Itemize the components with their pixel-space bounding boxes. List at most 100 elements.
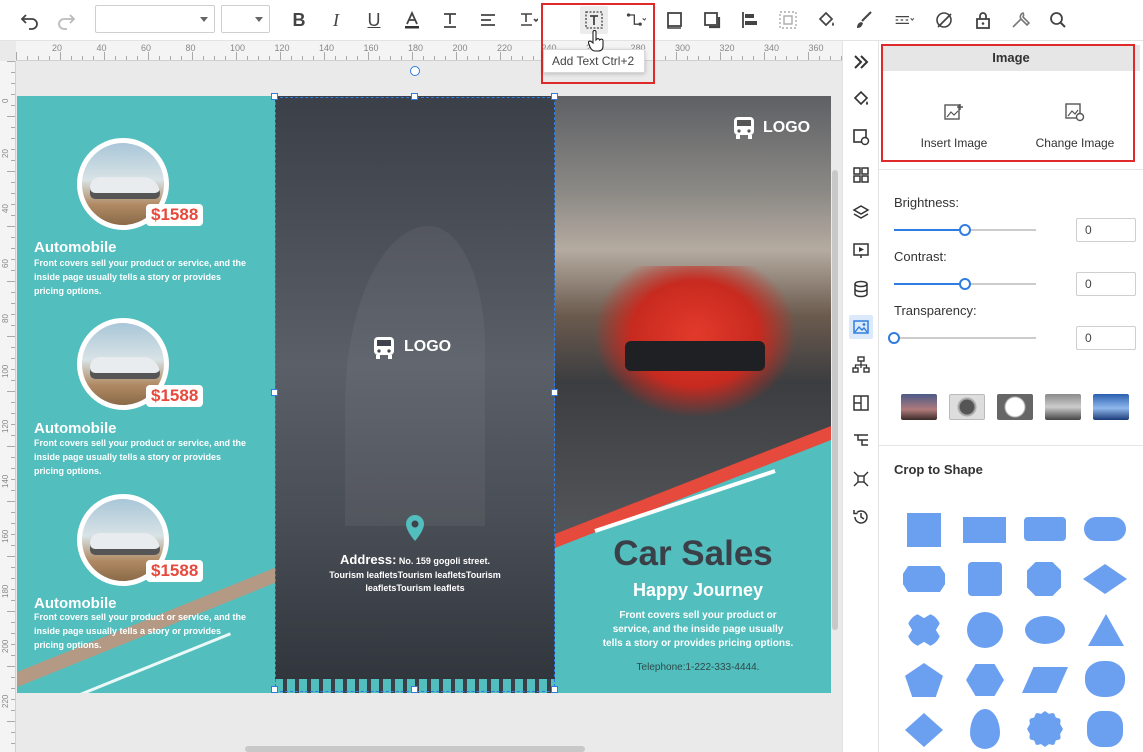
tools-icon[interactable] [1006, 6, 1034, 34]
resize-handle-n[interactable] [411, 93, 418, 100]
brochure-page[interactable]: $1588 Automobile Front covers sell your … [17, 96, 831, 693]
ruler-tick [71, 56, 72, 60]
group-icon[interactable] [774, 6, 802, 34]
fill-panel-icon[interactable] [849, 87, 873, 111]
resize-handle-nw[interactable] [271, 93, 278, 100]
resize-handle-ne[interactable] [551, 93, 558, 100]
collapse-panel-icon[interactable] [849, 50, 873, 74]
brightness-input[interactable]: 0 [1076, 218, 1136, 242]
brightness-label: Brightness: [894, 195, 960, 210]
crop-shape-rectangle[interactable] [963, 517, 1006, 543]
price-tag-2[interactable]: $1588 [146, 385, 204, 407]
crop-shape-parallelogram[interactable] [1022, 667, 1068, 693]
edit-shape-icon[interactable] [930, 6, 958, 34]
align-icon[interactable] [474, 6, 502, 34]
data-panel-icon[interactable] [849, 277, 873, 301]
style-panel-icon[interactable] [849, 125, 873, 149]
price-tag-3[interactable]: $1588 [146, 560, 204, 582]
image-panel-icon[interactable] [849, 315, 873, 339]
presentation-panel-icon[interactable] [849, 239, 873, 263]
crop-shape-diamond[interactable] [1083, 564, 1127, 594]
underline-icon[interactable]: U [360, 6, 388, 34]
item-title-2[interactable]: Automobile [34, 420, 117, 437]
symbols-panel-icon[interactable] [849, 163, 873, 187]
item-title-1[interactable]: Automobile [34, 239, 117, 256]
fill-icon[interactable] [812, 6, 840, 34]
bring-front-icon[interactable] [660, 6, 688, 34]
ruler-tick [720, 52, 721, 60]
crop-shape-octagon[interactable] [1027, 562, 1061, 596]
left-panel[interactable]: $1588 Automobile Front covers sell your … [17, 96, 308, 693]
italic-icon[interactable]: I [322, 6, 350, 34]
format-panel-icon[interactable] [849, 429, 873, 453]
crop-shape-triangle[interactable] [1088, 614, 1124, 646]
crop-shape-rounded-square[interactable] [968, 562, 1002, 596]
line-style-icon[interactable] [888, 6, 920, 34]
resize-handle-se[interactable] [551, 686, 558, 693]
crop-shape-hexagon[interactable] [966, 664, 1004, 696]
transparency-slider[interactable] [894, 337, 1036, 339]
filter-preset-1[interactable] [901, 394, 937, 420]
crop-shape-cloud[interactable] [1085, 661, 1125, 697]
redo-icon[interactable] [52, 6, 80, 34]
item-desc-1[interactable]: Front covers sell your product or servic… [34, 256, 249, 298]
resize-handle-e[interactable] [551, 389, 558, 396]
crop-shape-ellipse[interactable] [1025, 616, 1065, 644]
ruler-tick [676, 52, 677, 60]
text-style-icon[interactable] [436, 6, 464, 34]
crop-shape-circle[interactable] [967, 612, 1003, 648]
fit-panel-icon[interactable] [849, 467, 873, 491]
contrast-knob[interactable] [959, 278, 971, 290]
crop-shape-seal[interactable] [1027, 711, 1063, 747]
right-logo-text[interactable]: LOGO [763, 119, 810, 137]
transparency-label: Transparency: [894, 303, 977, 318]
filter-preset-4[interactable] [1045, 394, 1081, 420]
right-description[interactable]: Front covers sell your product or servic… [555, 609, 831, 651]
crop-shape-egg[interactable] [970, 709, 1000, 749]
page-panel-icon[interactable] [849, 391, 873, 415]
subheadline[interactable]: Happy Journey [555, 580, 831, 601]
align-left-icon[interactable] [736, 6, 764, 34]
filter-preset-2[interactable] [949, 394, 985, 420]
item-desc-2[interactable]: Front covers sell your product or servic… [34, 436, 249, 478]
crop-shape-rounded-rect[interactable] [1024, 517, 1066, 541]
resize-handle-sw[interactable] [271, 686, 278, 693]
filter-preset-5[interactable] [1093, 394, 1129, 420]
ruler-tick [7, 391, 15, 392]
bold-icon[interactable]: B [285, 6, 313, 34]
resize-handle-s[interactable] [411, 686, 418, 693]
shadow-icon[interactable] [698, 6, 726, 34]
crop-shape-flower[interactable] [907, 613, 941, 647]
transparency-input[interactable]: 0 [1076, 326, 1136, 350]
lock-icon[interactable] [969, 6, 997, 34]
crop-shape-snip-rect[interactable] [903, 566, 945, 592]
crop-shape-square[interactable] [907, 513, 941, 547]
font-color-icon[interactable] [398, 6, 426, 34]
rotate-handle[interactable] [410, 66, 420, 76]
price-tag-1[interactable]: $1588 [146, 204, 204, 226]
contrast-input[interactable]: 0 [1076, 272, 1136, 296]
transparency-knob[interactable] [888, 332, 900, 344]
horizontal-scrollbar[interactable] [245, 746, 585, 752]
brush-icon[interactable] [850, 6, 878, 34]
resize-handle-w[interactable] [271, 389, 278, 396]
line-spacing-icon[interactable] [514, 6, 542, 34]
telephone[interactable]: Telephone:1-222-333-4444. [555, 662, 831, 673]
crop-shape-badge[interactable] [1087, 711, 1123, 747]
crop-shape-pentagon[interactable] [905, 663, 943, 697]
font-family-select[interactable] [95, 5, 215, 33]
layers-panel-icon[interactable] [849, 201, 873, 225]
vertical-scrollbar[interactable] [832, 170, 838, 630]
history-panel-icon[interactable] [849, 505, 873, 529]
font-size-select[interactable] [221, 5, 270, 33]
brightness-knob[interactable] [959, 224, 971, 236]
filter-preset-3[interactable] [997, 394, 1033, 420]
headline[interactable]: Car Sales [555, 534, 831, 574]
org-chart-panel-icon[interactable] [849, 353, 873, 377]
crop-shape-rhombus[interactable] [905, 713, 943, 747]
search-icon[interactable] [1044, 6, 1072, 34]
item-desc-3[interactable]: Front covers sell your product or servic… [34, 610, 249, 652]
right-panel[interactable]: LOGO Car Sales Happy Journey Front cover… [555, 96, 831, 693]
undo-icon[interactable] [16, 6, 44, 34]
crop-shape-pill[interactable] [1084, 517, 1126, 541]
